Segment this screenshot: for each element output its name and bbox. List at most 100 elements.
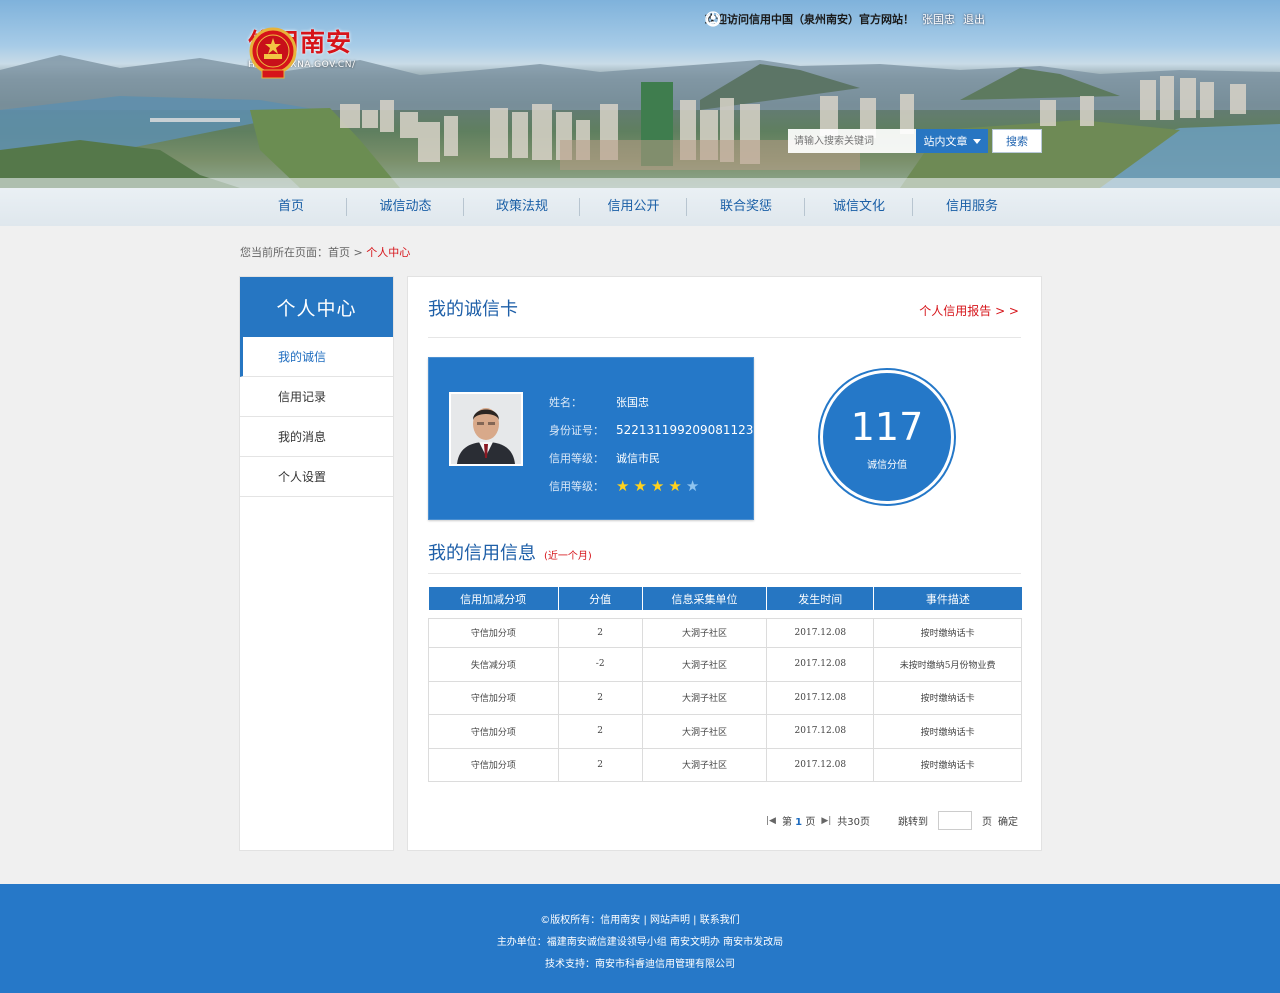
info-section-heading: 我的信用信息 xyxy=(428,543,536,564)
table-cell: 失信减分项 xyxy=(428,647,559,682)
page-indicator: 第 1 页 xyxy=(782,813,815,828)
logout-link[interactable]: 退出 xyxy=(706,11,985,27)
table-cell: 守信加分项 xyxy=(428,680,559,715)
score-circle: 117 诚信分值 xyxy=(820,370,954,504)
table-cell: 2017.12.08 xyxy=(766,647,875,682)
footer-tech-support: 技术支持：南安市科睿迪信用管理有限公司 xyxy=(545,959,735,970)
star-filled-icon: ★ xyxy=(633,476,647,495)
divider xyxy=(428,337,1021,338)
main-panel: 我的诚信卡 个人信用报告 > > 姓名： 张国忠 身份证号： 522131199… xyxy=(407,276,1042,851)
table-header-row: 信用加减分项 分值 信息采集单位 发生时间 事件描述 xyxy=(428,587,1022,614)
table-cell: 2017.12.08 xyxy=(766,714,875,749)
national-emblem-icon xyxy=(249,27,297,79)
nav-item-home[interactable]: 首页 xyxy=(235,188,347,226)
star-rating: ★ ★ ★ ★ ★ xyxy=(616,476,699,495)
table-cell: 守信加分项 xyxy=(428,714,559,749)
main-nav: 首页 诚信动态 政策法规 信用公开 联合奖惩 诚信文化 信用服务 xyxy=(0,188,1280,226)
power-icon xyxy=(706,12,720,26)
search-button[interactable]: 搜索 xyxy=(992,129,1042,153)
star-filled-icon: ★ xyxy=(668,476,682,495)
page-jump-input[interactable] xyxy=(938,811,973,830)
sidebar-item-messages[interactable]: 我的消息 xyxy=(240,417,393,457)
column-header: 发生时间 xyxy=(766,587,875,614)
chevron-down-icon xyxy=(972,138,981,144)
table-cell: 大洞子社区 xyxy=(641,747,768,782)
search-input[interactable] xyxy=(788,129,916,153)
footer-organizer: 主办单位：福建南安诚信建设领导小组 南安文明办 南安市发改局 xyxy=(496,937,784,948)
nav-item-rewards-punish[interactable]: 联合奖惩 xyxy=(687,188,805,226)
field-value: 张国忠 xyxy=(616,396,649,409)
avatar xyxy=(449,392,523,466)
field-credit-stars: 信用等级： ★ ★ ★ ★ ★ xyxy=(549,472,753,500)
first-page-icon[interactable]: |◀ xyxy=(766,816,776,826)
page-unit: 页 xyxy=(982,817,993,828)
table-cell: 守信加分项 xyxy=(428,747,559,782)
table-cell: 2 xyxy=(557,714,643,749)
logout-label: 退出 xyxy=(963,13,985,26)
column-header: 分值 xyxy=(558,587,643,614)
field-label: 姓名： xyxy=(549,396,582,409)
table-cell: 按时缴纳话卡 xyxy=(873,680,1022,715)
column-header: 事件描述 xyxy=(873,587,1022,614)
pagination: |◀ 第 1 页 ▶| 共30页 跳转到 页 确定 xyxy=(766,811,1018,830)
field-value: 诚信市民 xyxy=(616,452,660,465)
page-suffix: 页 xyxy=(805,817,816,828)
table-row: 失信减分项 -2 大洞子社区 2017.12.08 未按时缴纳5月份物业费 xyxy=(428,647,1022,682)
column-header: 信息采集单位 xyxy=(642,587,768,614)
field-value: 522131199209081123 xyxy=(616,423,754,437)
table-cell: 2017.12.08 xyxy=(766,747,875,782)
breadcrumb-prefix[interactable]: 您当前所在页面：首页 > xyxy=(240,246,363,259)
field-credit-level: 信用等级： 诚信市民 xyxy=(549,444,753,472)
table-cell: 守信加分项 xyxy=(428,610,559,648)
search-scope-label: 站内文章 xyxy=(923,135,968,148)
table-cell: 大洞子社区 xyxy=(641,680,768,715)
sidebar-item-settings[interactable]: 个人设置 xyxy=(240,457,393,497)
field-id-number: 身份证号： 522131199209081123 xyxy=(549,416,753,444)
table-cell: 大洞子社区 xyxy=(641,610,768,648)
divider xyxy=(428,573,1021,574)
credit-report-link[interactable]: 个人信用报告 > > xyxy=(919,302,1019,319)
star-filled-icon: ★ xyxy=(650,476,665,495)
site-logo[interactable]: 信用南安 HTTP://CXNA.GOV.CN/ xyxy=(248,26,355,79)
table-cell: -2 xyxy=(557,647,643,682)
nav-item-credit-public[interactable]: 信用公开 xyxy=(580,188,687,226)
search-bar: 站内文章 搜索 xyxy=(788,129,1042,153)
table-cell: 按时缴纳话卡 xyxy=(873,714,1022,749)
confirm-button[interactable]: 确定 xyxy=(998,813,1018,828)
card-info: 姓名： 张国忠 身份证号： 522131199209081123 信用等级： 诚… xyxy=(549,388,753,500)
header-banner: 欢迎访问信用中国（泉州南安）官方网站！ 张国忠 退出 信用南安 HTTP://C… xyxy=(0,0,1280,188)
city-skyline-illustration xyxy=(0,55,1280,188)
total-pages: 共30页 xyxy=(837,817,871,828)
credit-info-table: 信用加减分项 分值 信息采集单位 发生时间 事件描述 守信加分项 2 大洞子社区… xyxy=(428,587,1022,782)
table-row: 守信加分项 2 大洞子社区 2017.12.08 按时缴纳话卡 xyxy=(428,747,1022,782)
table-cell: 2 xyxy=(557,610,643,648)
username: 张国忠 xyxy=(922,13,955,26)
field-label: 身份证号： xyxy=(549,424,604,437)
table-cell: 按时缴纳话卡 xyxy=(873,610,1022,648)
nav-item-credit-service[interactable]: 信用服务 xyxy=(913,188,1031,226)
footer-copyright: ©版权所有：信用南安 | 网站声明 | 联系我们 xyxy=(540,915,740,926)
sidebar-title: 个人中心 xyxy=(240,277,393,337)
sidebar-item-credit-records[interactable]: 信用记录 xyxy=(240,377,393,417)
info-section-title: 我的信用信息 (近一个月) xyxy=(428,539,592,565)
breadcrumb-current: 个人中心 xyxy=(366,246,411,259)
field-label: 信用等级： xyxy=(549,480,604,493)
table-cell: 大洞子社区 xyxy=(641,714,768,749)
last-page-icon[interactable]: ▶| xyxy=(821,816,831,826)
nav-item-policy[interactable]: 政策法规 xyxy=(464,188,580,226)
score-label: 诚信分值 xyxy=(867,460,907,471)
table-cell: 2017.12.08 xyxy=(766,610,875,648)
table-cell: 按时缴纳话卡 xyxy=(873,747,1022,782)
sidebar-item-my-credit[interactable]: 我的诚信 xyxy=(240,337,393,377)
top-links: 欢迎访问信用中国（泉州南安）官方网站！ 张国忠 退出 xyxy=(705,11,985,27)
table-cell: 2 xyxy=(557,680,643,715)
page-prefix: 第 xyxy=(781,817,792,828)
user-link[interactable]: 张国忠 xyxy=(705,11,955,27)
nav-item-integrity-culture[interactable]: 诚信文化 xyxy=(805,188,913,226)
column-header: 信用加减分项 xyxy=(428,587,559,614)
search-scope-select[interactable]: 站内文章 xyxy=(916,129,988,153)
table-cell: 2 xyxy=(557,747,643,782)
nav-item-credit-news[interactable]: 诚信动态 xyxy=(347,188,464,226)
current-page: 1 xyxy=(795,817,803,828)
sidebar: 个人中心 我的诚信 信用记录 我的消息 个人设置 xyxy=(239,276,394,851)
